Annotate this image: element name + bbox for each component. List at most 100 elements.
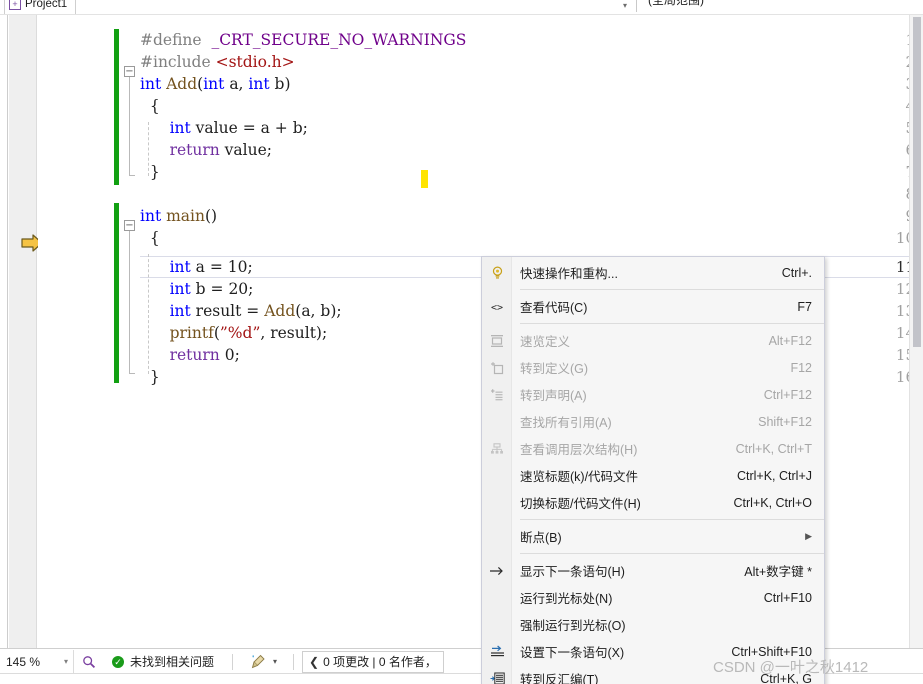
outlining-margin[interactable]: − − [124,15,140,648]
source-control-text: 0 项更改 | 0 名作者， [323,655,437,669]
menu-item-goto-definition: 转到定义(G) F12 [482,354,824,381]
menu-item-shortcut: Ctrl+F10 [763,590,812,605]
menu-item-label: 速览定义 [520,335,571,349]
breakpoint-margin[interactable] [9,15,43,648]
change-bar-block2 [114,203,119,383]
lightbulb-icon [487,264,507,282]
editor-context-menu[interactable]: 快速操作和重构... Ctrl+. <> 查看代码(C) F7 速览定义 Alt… [481,256,825,684]
menu-item-label: 运行到光标处(N) [520,592,613,606]
menu-item-breakpoint[interactable]: 断点(B) ▶ [482,523,824,550]
menu-item-show-next-statement[interactable]: 显示下一条语句(H) Alt+数字键 * [482,557,824,584]
zoom-caret-icon[interactable]: ▾ [64,657,68,666]
menu-item-label: 速览标题(k)/代码文件 [520,470,639,484]
menu-item-shortcut: Shift+F12 [758,414,812,429]
menu-item-label: 查找所有引用(A) [520,416,612,430]
code-line: { [140,229,160,247]
code-line: int value = a + b; [169,119,308,137]
svg-text:<>: <> [491,302,503,312]
status-separator [232,653,234,670]
check-circle-icon: ✓ [112,655,124,668]
document-tab-project1[interactable]: + Project1 [4,0,77,14]
code-line: int Add(int a, int b) [140,75,291,93]
issues-status-text: 未找到相关问题 [130,655,215,669]
menu-item-goto-declaration: 转到声明(A) Ctrl+F12 [482,381,824,408]
code-cleanup-control[interactable]: ▾ [243,650,285,674]
menu-item-shortcut: Alt+数字键 * [744,565,812,579]
visual-studio-window: + Project1 ▾ (全局范围) − − 10 11 12 13 14 1… [0,0,923,684]
fold-end-add [129,175,135,176]
member-combo-caret-icon[interactable]: ▾ [618,0,632,14]
editor-top-strip: + Project1 ▾ (全局范围) [0,0,923,15]
menu-item-shortcut: Ctrl+K, Ctrl+T [735,441,812,456]
menu-separator [520,323,824,324]
source-control-status[interactable]: ❮ 0 项更改 | 0 名作者， [302,650,444,673]
menu-item-toggle-header-code-file[interactable]: 切换标题/代码文件(H) Ctrl+K, Ctrl+O [482,489,824,516]
menu-item-peek-definition: 速览定义 Alt+F12 [482,327,824,354]
code-line: #include <stdio.h> [140,53,295,71]
issues-status[interactable]: ✓ 未找到相关问题 [104,650,222,674]
intellisense-status[interactable] [74,650,104,674]
code-line: #define _CRT_SECURE_NO_WARNINGS [140,31,467,49]
code-line-current: int a = 10; [169,258,253,276]
magnifier-icon [83,655,96,668]
menu-item-label: 显示下一条语句(H) [520,565,625,579]
code-line: printf(”%d”, result); [169,324,328,342]
goto-definition-icon [487,359,507,377]
fold-toggle-add[interactable]: − [124,66,135,77]
code-line: } [140,368,160,386]
menu-item-label: 快速操作和重构... [520,267,618,281]
scope-combo-value[interactable]: (全局范围) [648,0,704,8]
fold-guide-add [129,77,130,175]
goto-declaration-icon [487,386,507,404]
zoom-level-control[interactable]: 145 % ▾ [0,649,74,674]
vertical-scrollbar[interactable] [909,15,923,648]
menu-separator [520,289,824,290]
none [487,494,507,512]
menu-item-label: 转到声明(A) [520,389,587,403]
code-cleanup-icon [251,654,265,668]
status-separator [293,653,295,670]
fold-toggle-main[interactable]: − [124,220,135,231]
menu-item-shortcut: F12 [790,360,812,375]
menu-item-label: 查看代码(C) [520,301,588,315]
code-line: int main() [140,207,218,225]
code-brackets-icon: <> [487,298,507,316]
code-line: int result = Add(a, b); [169,302,342,320]
menu-item-peek-header-code-file[interactable]: 速览标题(k)/代码文件 Ctrl+K, Ctrl+J [482,462,824,489]
arrow-right-icon [487,562,507,580]
none [487,467,507,485]
menu-item-run-to-cursor[interactable]: 运行到光标处(N) Ctrl+F10 [482,584,824,611]
menu-item-label: 转到反汇编(T) [520,673,599,684]
fold-guide-main [129,231,130,373]
line-number-gutter [38,15,112,648]
menu-item-shortcut: Ctrl+K, Ctrl+O [733,495,813,510]
menu-separator [520,519,824,520]
code-line: { [140,97,160,115]
menu-item-label: 查看调用层次结构(H) [520,443,638,457]
submenu-chevron-right-icon: ▶ [805,531,812,541]
menu-separator [520,553,824,554]
menu-item-label: 切换标题/代码文件(H) [520,497,641,511]
menu-item-label: 断点(B) [520,531,562,545]
menu-item-shortcut: Ctrl+K, Ctrl+J [736,468,812,483]
combo-separator [636,0,637,12]
menu-item-quick-actions[interactable]: 快速操作和重构... Ctrl+. [482,259,824,286]
editor-left-rail [0,15,8,648]
code-cleanup-caret-icon[interactable]: ▾ [273,657,277,666]
menu-item-view-call-hierarchy: 查看调用层次结构(H) Ctrl+K, Ctrl+T [482,435,824,462]
none [487,528,507,546]
csdn-watermark: CSDN @一叶之秋1412 [713,659,869,676]
vertical-scrollbar-thumb[interactable] [913,17,921,347]
menu-item-view-code[interactable]: <> 查看代码(C) F7 [482,293,824,320]
source-control-chevron-icon: ❮ [309,654,320,669]
code-line: return value; [169,141,273,159]
menu-item-shortcut: Ctrl+. [781,265,812,280]
menu-item-force-run-to-cursor[interactable]: 强制运行到光标(O) [482,611,824,638]
cpp-file-icon: + [9,0,21,10]
menu-item-find-all-references: 查找所有引用(A) Shift+F12 [482,408,824,435]
code-line: } [140,163,160,181]
call-hierarchy-icon [487,440,507,458]
peek-definition-icon [487,332,507,350]
menu-item-shortcut: Ctrl+F12 [763,387,812,402]
zoom-level-value: 145 % [6,654,41,669]
